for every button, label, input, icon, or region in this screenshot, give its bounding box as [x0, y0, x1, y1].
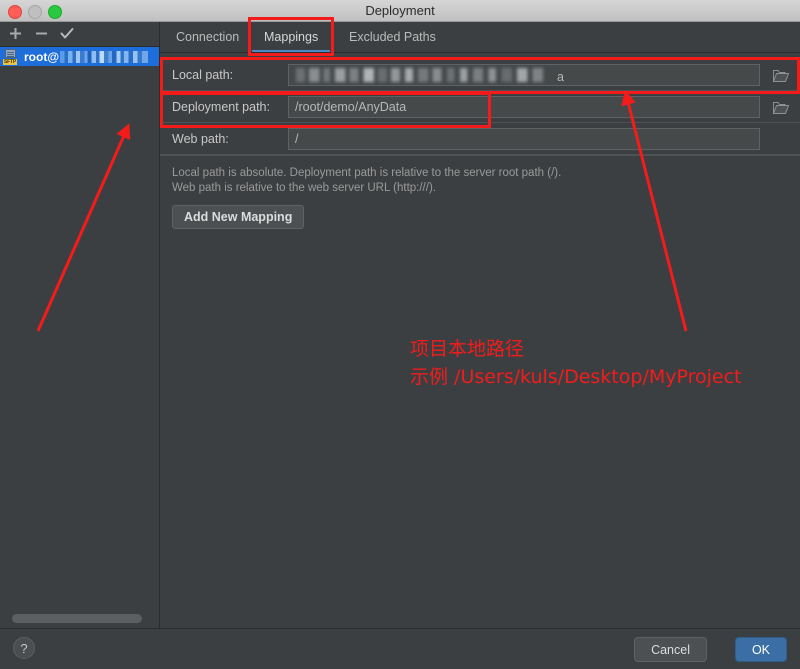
sidebar-item-root-server[interactable]: SFTP root@ [0, 47, 159, 66]
hint-line-1: Local path is absolute. Deployment path … [172, 167, 562, 179]
web-path-row: Web path: / [160, 122, 800, 154]
annotation-line-1: 项目本地路径 [410, 338, 525, 360]
set-default-server-button[interactable] [54, 22, 80, 46]
server-list-sidebar: SFTP root@ [0, 22, 160, 629]
annotation-line-2: 示例 /Users/kuls/Desktop/MyProject [410, 366, 742, 388]
local-path-input[interactable]: a [288, 64, 760, 86]
sidebar-scrollbar-thumb[interactable] [12, 614, 142, 623]
redacted-local-path-value [296, 68, 556, 82]
deployment-path-input[interactable]: /root/demo/AnyData [288, 96, 760, 118]
window-titlebar: Deployment [0, 0, 800, 22]
folder-icon [773, 101, 789, 114]
redacted-host [60, 51, 149, 64]
check-icon [60, 28, 74, 39]
local-path-label: Local path: [172, 68, 234, 82]
web-path-input[interactable]: / [288, 128, 760, 150]
add-server-button[interactable] [2, 22, 28, 46]
local-path-browse-button[interactable] [768, 63, 794, 87]
server-list[interactable]: SFTP root@ [0, 47, 159, 607]
add-new-mapping-button[interactable]: Add New Mapping [172, 205, 305, 229]
minus-icon [35, 32, 47, 35]
sidebar-toolbar [0, 22, 159, 47]
sidebar-item-label: root@ [24, 50, 149, 64]
local-path-value-tail: a [557, 70, 564, 84]
sftp-icon: SFTP [3, 48, 20, 65]
dialog-footer: ? Cancel OK [0, 628, 800, 669]
window-title: Deployment [365, 3, 435, 18]
folder-icon [773, 69, 789, 82]
plus-icon [9, 28, 21, 39]
local-path-row: Local path: a [160, 58, 800, 90]
deployment-path-row: Deployment path: /root/demo/AnyData [160, 90, 800, 122]
deployment-path-label: Deployment path: [172, 100, 270, 114]
deployment-dialog: Deployment SFTP root@ Connection Mapping… [0, 0, 800, 669]
mappings-table-bottom-border [160, 154, 800, 156]
sidebar-horizontal-scrollbar[interactable] [0, 607, 159, 629]
tab-connection[interactable]: Connection [164, 22, 251, 52]
web-path-label: Web path: [172, 132, 229, 146]
help-button[interactable]: ? [13, 637, 35, 659]
deployment-path-browse-button[interactable] [768, 95, 794, 119]
tab-bar: Connection Mappings Excluded Paths [160, 22, 800, 53]
tab-mappings[interactable]: Mappings [252, 22, 331, 52]
tab-excluded-paths[interactable]: Excluded Paths [337, 22, 448, 52]
cancel-button[interactable]: Cancel [634, 637, 707, 662]
ok-button[interactable]: OK [734, 637, 787, 662]
hint-line-2: Web path is relative to the web server U… [172, 182, 436, 194]
remove-server-button[interactable] [28, 22, 54, 46]
